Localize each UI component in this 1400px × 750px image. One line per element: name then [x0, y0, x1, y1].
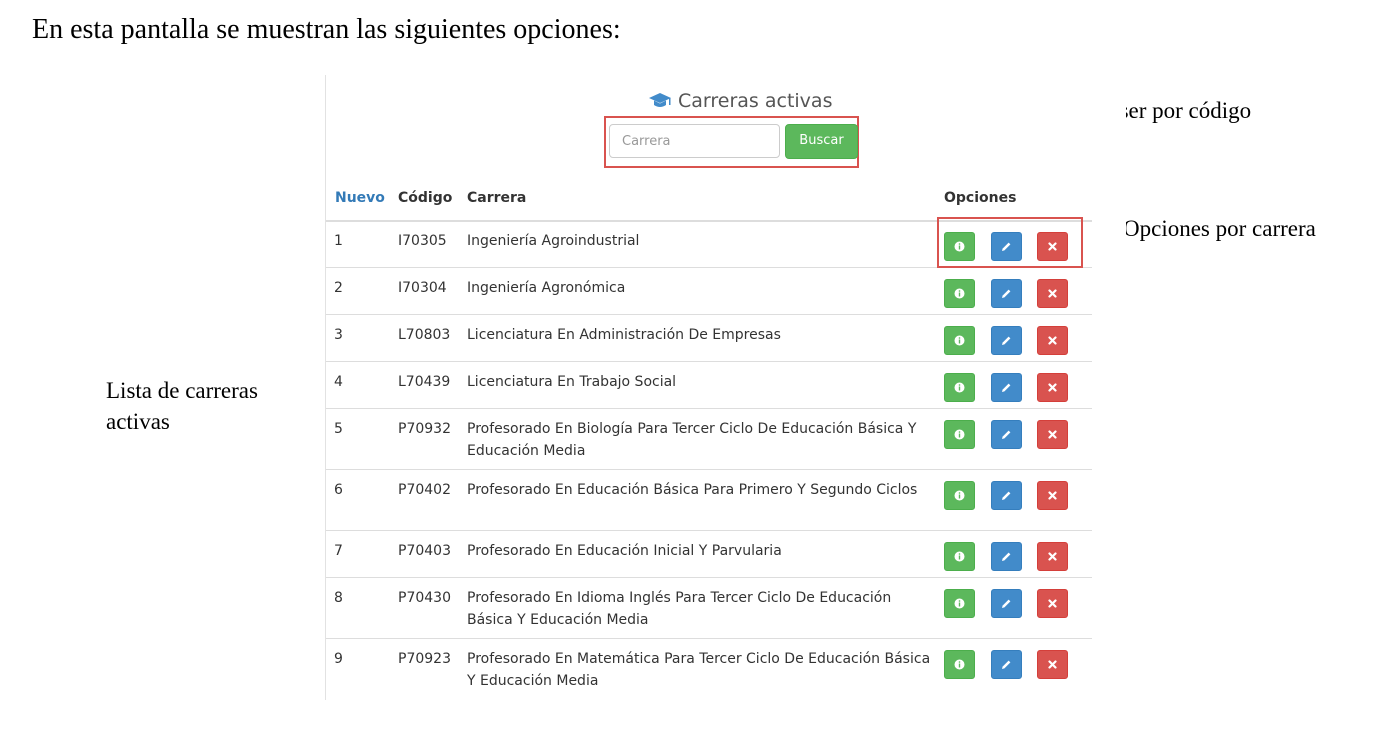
info-icon: [954, 382, 965, 393]
document-heading: En esta pantalla se muestran las siguien…: [32, 14, 621, 45]
table-row: 2 I70304 Ingeniería Agronómica: [326, 267, 1092, 314]
info-icon: [954, 335, 965, 346]
edit-button[interactable]: [991, 279, 1022, 308]
row-code: P70402: [398, 482, 451, 498]
close-icon: [1048, 383, 1057, 392]
delete-button[interactable]: [1037, 420, 1068, 449]
delete-button[interactable]: [1037, 326, 1068, 355]
info-button[interactable]: [944, 326, 975, 355]
info-icon: [954, 598, 965, 609]
row-career-name: Profesorado En Biología Para Tercer Cicl…: [467, 421, 917, 459]
delete-button[interactable]: [1037, 589, 1068, 618]
row-code: L70439: [398, 374, 451, 390]
pencil-icon: [1001, 288, 1012, 299]
info-button[interactable]: [944, 420, 975, 449]
edit-button[interactable]: [991, 420, 1022, 449]
row-number: 8: [334, 590, 343, 606]
row-career-name: Profesorado En Educación Inicial Y Parvu…: [467, 543, 782, 559]
pencil-icon: [1001, 382, 1012, 393]
edit-button[interactable]: [991, 589, 1022, 618]
pencil-icon: [1001, 490, 1012, 501]
list-annotation-line-1: Lista de carreras: [106, 378, 258, 403]
pencil-icon: [1001, 551, 1012, 562]
row-career-name: Licenciatura En Administración De Empres…: [467, 327, 781, 343]
info-button[interactable]: [944, 481, 975, 510]
delete-button[interactable]: [1037, 373, 1068, 402]
search-button[interactable]: Buscar: [785, 124, 858, 159]
row-code: P70932: [398, 421, 451, 437]
delete-button[interactable]: [1037, 279, 1068, 308]
pencil-icon: [1001, 429, 1012, 440]
info-button[interactable]: [944, 650, 975, 679]
career-list-annotation: Lista de carreras activas: [106, 375, 258, 437]
table-row: 6 P70402 Profesorado En Educación Básica P…: [326, 469, 1092, 530]
row-career-name: Profesorado En Matemática Para Tercer Ci…: [467, 651, 931, 689]
pencil-icon: [1001, 598, 1012, 609]
page-title: Carreras activas: [648, 90, 832, 112]
row-number: 4: [334, 374, 343, 390]
close-icon: [1048, 660, 1057, 669]
close-icon: [1048, 289, 1057, 298]
column-header-options: Opciones: [944, 190, 1017, 206]
close-icon: [1048, 430, 1057, 439]
info-icon: [954, 429, 965, 440]
search-input[interactable]: [609, 124, 780, 158]
row-code: L70803: [398, 327, 451, 343]
info-button[interactable]: [944, 373, 975, 402]
row-number: 1: [334, 233, 343, 249]
column-header-code: Código: [398, 190, 453, 206]
options-annotation: Opciones por carrera: [1123, 216, 1316, 241]
edit-button[interactable]: [991, 650, 1022, 679]
row-career-name: Licenciatura En Trabajo Social: [467, 374, 677, 390]
info-icon: [954, 551, 965, 562]
row-number: 6: [334, 482, 343, 498]
delete-button[interactable]: [1037, 481, 1068, 510]
row-career-name: Ingeniería Agronómica: [467, 280, 626, 296]
row-code: P70923: [398, 651, 451, 667]
app-screenshot: Carreras activas Buscar Nuevo Código Car…: [325, 75, 1126, 700]
row-career-name: Profesorado En Idioma Inglés Para Tercer…: [467, 590, 892, 628]
table-row: 7 P70403 Profesorado En Educación Inicial …: [326, 530, 1092, 577]
row-code: P70403: [398, 543, 451, 559]
row-career-name: Profesorado En Educación Básica Para Pri…: [467, 482, 918, 498]
edit-button[interactable]: [991, 326, 1022, 355]
row-number: 3: [334, 327, 343, 343]
edit-button[interactable]: [991, 542, 1022, 571]
info-icon: [954, 288, 965, 299]
edit-button[interactable]: [991, 373, 1022, 402]
row-code: P70430: [398, 590, 451, 606]
table-row: 9 P70923 Profesorado En Matemática Para Te…: [326, 638, 1092, 699]
options-highlight-box: [937, 217, 1083, 268]
new-link[interactable]: Nuevo: [335, 190, 385, 206]
row-number: 9: [334, 651, 343, 667]
page-title-text: Carreras activas: [678, 90, 833, 112]
table-row: 5 P70932 Profesorado En Biología Para Terc…: [326, 408, 1092, 469]
table-row: 8 P70430 Profesorado En Idioma Inglés Para…: [326, 577, 1092, 638]
close-icon: [1048, 491, 1057, 500]
info-button[interactable]: [944, 279, 975, 308]
row-number: 5: [334, 421, 343, 437]
row-career-name: Ingeniería Agroindustrial: [467, 233, 640, 249]
row-number: 7: [334, 543, 343, 559]
close-icon: [1048, 336, 1057, 345]
info-button[interactable]: [944, 542, 975, 571]
close-icon: [1048, 552, 1057, 561]
list-annotation-line-2: activas: [106, 409, 170, 434]
column-header-career: Carrera: [467, 190, 527, 206]
delete-button[interactable]: [1037, 650, 1068, 679]
graduation-cap-icon: [649, 93, 671, 107]
info-icon: [954, 490, 965, 501]
row-code: I70304: [398, 280, 447, 296]
table-row: 3 L70803 Licenciatura En Administración De…: [326, 314, 1092, 361]
edit-button[interactable]: [991, 481, 1022, 510]
info-icon: [954, 659, 965, 670]
table-row: 4 L70439 Licenciatura En Trabajo Social: [326, 361, 1092, 408]
info-button[interactable]: [944, 589, 975, 618]
pencil-icon: [1001, 659, 1012, 670]
close-icon: [1048, 599, 1057, 608]
delete-button[interactable]: [1037, 542, 1068, 571]
row-number: 2: [334, 280, 343, 296]
pencil-icon: [1001, 335, 1012, 346]
row-code: I70305: [398, 233, 447, 249]
